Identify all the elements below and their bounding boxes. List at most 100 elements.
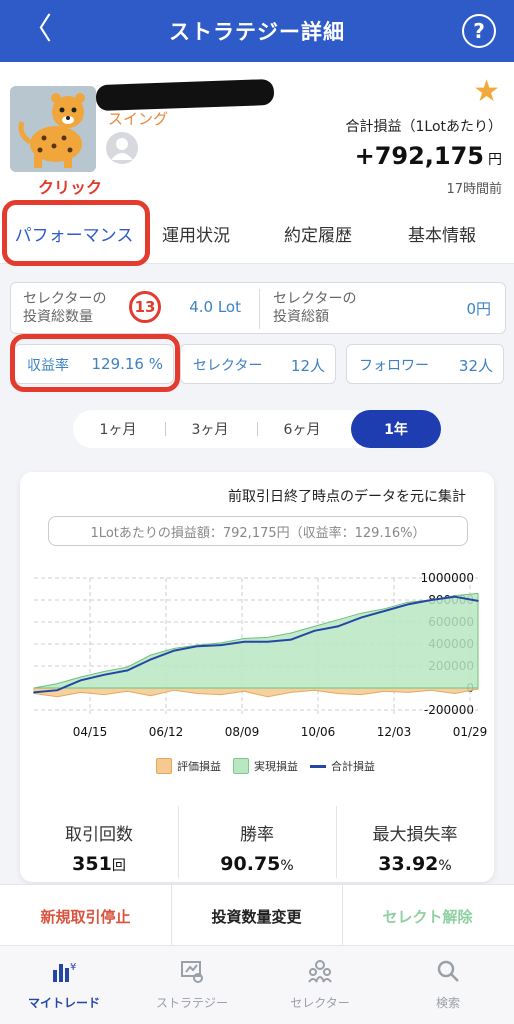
nav-selector-label: セレクター [290, 996, 350, 1010]
change-quantity-button[interactable]: 投資数量変更 [171, 885, 342, 947]
invest-amount-value: 0円 [466, 300, 491, 318]
stop-new-trades-button[interactable]: 新規取引停止 [0, 885, 171, 947]
legend-label-total: 合計損益 [331, 760, 375, 773]
x-tick-label: 08/09 [225, 725, 260, 739]
x-tick-label: 04/15 [73, 725, 108, 739]
unrealized-pl-area [33, 687, 479, 698]
strategy-icon [128, 956, 256, 986]
total-pl-point [430, 599, 433, 601]
tab-highlight-annotation [2, 200, 150, 266]
nav-search-label: 検索 [435, 996, 460, 1010]
chart-legend: 評価損益 実現損益 合計損益 [144, 758, 375, 774]
total-pl-point [313, 630, 316, 632]
metric-win-rate-value: 90.75% [220, 853, 294, 875]
y-tick-label: -200000 [424, 703, 474, 717]
metric-win-rate-label: 勝率 [240, 825, 274, 845]
total-pl-point [150, 658, 152, 661]
selector-icon [256, 956, 384, 986]
selector-stats: セレクターの 投資総数量 13 4.0 Lot セレクターの 投資総額 0円 [10, 282, 506, 334]
total-pl-point [453, 595, 456, 598]
total-pl-label: 合計損益（1Lotあたり） [345, 119, 502, 135]
total-pl-point [407, 603, 409, 606]
back-icon[interactable]: 〈 [22, 15, 52, 46]
total-pl-point [360, 616, 362, 619]
nav-strategy-label: ストラテジー [155, 996, 228, 1010]
legend-label-realized: 実現損益 [254, 760, 298, 773]
pl-chart: 10000008000006000004000002000000-2000000… [33, 571, 488, 739]
search-icon [384, 956, 512, 986]
card-title: 前取引日終了時点のデータを元に集計 [228, 489, 466, 505]
metric-max-loss-value: 33.92% [378, 853, 452, 875]
period-1m[interactable]: 1ヶ月 [73, 410, 163, 448]
yield-highlight-annotation [10, 334, 180, 392]
total-pl-point [336, 625, 339, 628]
total-pl-point [243, 641, 246, 643]
period-3m[interactable]: 3ヶ月 [165, 410, 255, 448]
total-pl-point [220, 644, 222, 646]
invest-qty-label: セレクターの 投資総数量 [23, 291, 107, 325]
nav-mytrade[interactable]: ¥ マイトレード [0, 956, 128, 1016]
app-header: 〈 ストラテジー詳細 ? [0, 0, 514, 62]
mytrade-icon: ¥ [0, 956, 128, 986]
click-annotation: クリック [38, 178, 103, 197]
legend-swatch-unrealized [156, 758, 172, 774]
redacted-name [95, 78, 275, 112]
period-selector: 1ヶ月 3ヶ月 6ヶ月 1年 [73, 410, 441, 448]
action-bar: 新規取引停止 投資数量変更 セレクト解除 [0, 884, 514, 947]
help-icon[interactable]: ? [462, 14, 496, 48]
invest-qty-badge: 13 [129, 291, 161, 323]
strategy-category: スイング [108, 110, 169, 128]
total-pl-point [33, 691, 35, 694]
metric-trades-value: 351回 [72, 853, 126, 875]
tab-basic-info[interactable]: 基本情報 [394, 202, 490, 264]
y-tick-label: 1000000 [421, 571, 474, 585]
follower-value: 32人 [458, 357, 493, 375]
realized-pl-area [33, 592, 479, 689]
period-1y[interactable]: 1年 [351, 410, 441, 448]
invest-amount-label: セレクターの 投資総額 [273, 291, 357, 325]
total-pl-point [477, 600, 479, 602]
total-pl-point [103, 674, 105, 676]
performance-card: 前取引日終了時点のデータを元に集計 1Lotあたりの損益額：792,175円（収… [20, 472, 494, 882]
metric-trades: 取引回数 351回 [20, 804, 178, 882]
total-pl-point [126, 669, 129, 672]
selector-pill[interactable]: セレクター 12人 [180, 344, 336, 384]
nav-search[interactable]: 検索 [384, 956, 512, 1016]
nav-strategy[interactable]: ストラテジー [128, 956, 256, 1016]
x-tick-label: 01/29 [453, 725, 488, 739]
tab-operation[interactable]: 運用状況 [150, 202, 242, 264]
stats-divider [259, 289, 260, 329]
metric-win-rate: 勝率 90.75% [178, 804, 336, 882]
total-pl-point [196, 645, 199, 647]
total-pl-point [79, 679, 82, 682]
favorite-star-icon[interactable]: ★ [473, 74, 500, 109]
selector-value: 12人 [290, 357, 325, 375]
x-tick-label: 06/12 [149, 725, 184, 739]
follower-label: フォロワー [359, 358, 429, 374]
metric-max-loss: 最大損失率 33.92% [336, 804, 494, 882]
metric-trades-label: 取引回数 [65, 825, 133, 845]
unselect-button[interactable]: セレクト解除 [342, 885, 513, 947]
period-6m[interactable]: 6ヶ月 [257, 410, 347, 448]
x-tick-label: 12/03 [377, 725, 412, 739]
nav-selector[interactable]: セレクター [256, 956, 384, 1016]
strategy-avatar[interactable] [10, 86, 96, 172]
invest-qty-value: 4.0 Lot [189, 298, 241, 316]
pl-summary: 1Lotあたりの損益額：792,175円（収益率：129.16%） [48, 516, 468, 546]
nav-mytrade-label: マイトレード [27, 996, 100, 1010]
user-icon[interactable] [106, 132, 138, 164]
legend-swatch-realized [233, 758, 249, 774]
svg-text:¥: ¥ [70, 962, 76, 973]
follower-pill[interactable]: フォロワー 32人 [346, 344, 504, 384]
x-tick-label: 10/06 [301, 725, 336, 739]
total-pl-point [266, 641, 269, 643]
bottom-nav: ¥ マイトレード ストラテジー セレクター 検索 [0, 946, 514, 1024]
total-pl-point [290, 638, 292, 641]
total-pl-value: +792,175 円 [354, 142, 502, 170]
strategy-profile: クリック スイング ★ 合計損益（1Lotあたり） +792,175 円 17時間… [0, 62, 514, 202]
selector-label: セレクター [193, 358, 263, 374]
tab-execution-history[interactable]: 約定履歴 [270, 202, 366, 264]
total-pl-point [56, 689, 59, 691]
legend-line-total [310, 764, 326, 768]
strategy-detail-page: 〈 ストラテジー詳細 ? クリック スイング ★ 合計損益（1Lotあたり） +… [0, 0, 514, 1024]
